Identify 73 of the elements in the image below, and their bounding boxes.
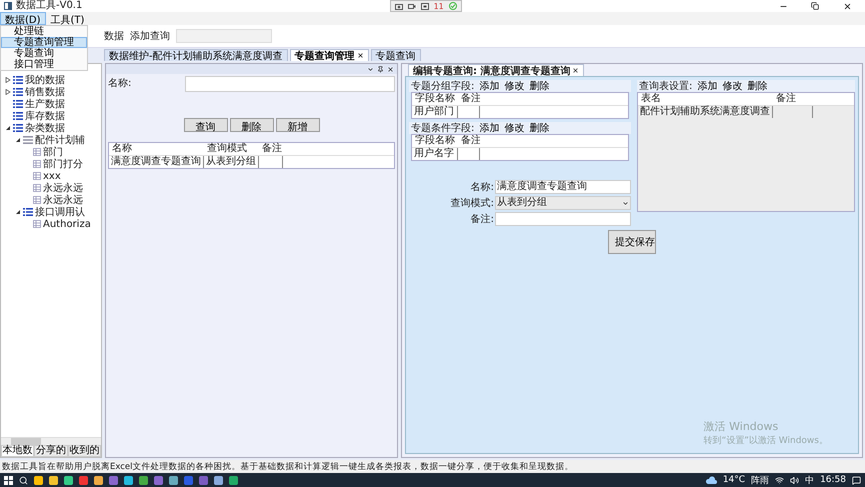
tree-item[interactable]: 库存数据	[25, 109, 65, 123]
table-cell: 从表到分组	[204, 156, 259, 168]
field-label: 查询模式:	[450, 196, 494, 210]
action-button[interactable]: 添加	[479, 79, 500, 93]
panel-tab[interactable]: 本地数	[1, 445, 34, 457]
tree-item[interactable]: Authoriza	[43, 218, 91, 230]
mode-select[interactable]: 从表到分组	[495, 196, 631, 210]
activation-hint: 转到“设置”以激活 Windows。	[704, 434, 828, 447]
column-header[interactable]: 字段名称	[412, 93, 458, 106]
action-button[interactable]: 添加	[697, 79, 718, 93]
status-text: 数据工具旨在帮助用户脱离Excel文件处理数据的各种困扰。基于基础数据和计算逻辑一键生成各类报表，数据一键分享，便于收集和呈现数据。	[2, 462, 574, 472]
column-header[interactable]: 备注	[458, 93, 480, 106]
action-button[interactable]: 修改	[504, 121, 524, 135]
tree-item[interactable]: xxx	[43, 170, 61, 182]
table-cell: 配件计划辅助系统满意度调查	[638, 106, 773, 118]
document-tab[interactable]: 专题查询	[370, 49, 421, 61]
column-header[interactable]: 查询模式	[204, 143, 259, 156]
weather-text: 阵雨	[751, 474, 770, 486]
action-button[interactable]: 新增	[276, 118, 320, 132]
menu-option[interactable]: 处理链	[1, 26, 87, 37]
submit-button[interactable]: 提交保存	[608, 230, 656, 254]
menu-item[interactable]: 工具(T)	[46, 12, 90, 25]
tree-item[interactable]: 杂类数据	[25, 121, 65, 135]
tree-item[interactable]: 配件计划辅	[35, 133, 85, 147]
tree-item[interactable]: 销售数据	[25, 85, 65, 99]
column-header[interactable]: 表名	[638, 93, 773, 106]
tree-item[interactable]: 永远永远	[43, 181, 83, 195]
action-button[interactable]: 查询	[184, 118, 228, 132]
input-method[interactable]: 中	[805, 474, 814, 486]
tree-item[interactable]: 部门打分	[43, 157, 83, 171]
table-cell: 用户名字	[412, 148, 458, 160]
ribbon-label: 数据	[104, 30, 124, 43]
table-cell: 满意度调查专题查询	[109, 156, 204, 168]
tree-item[interactable]: 我的数据	[25, 73, 65, 87]
column-header[interactable]: 名称	[109, 143, 204, 156]
clock[interactable]: 16:58	[820, 475, 846, 485]
panel-tab[interactable]: 收到的	[68, 445, 101, 457]
tree-item[interactable]: 接口调用认	[35, 205, 85, 219]
action-button[interactable]: 删除	[747, 79, 768, 93]
field-label: 备注:	[470, 212, 494, 226]
action-button[interactable]: 修改	[504, 79, 524, 93]
action-button[interactable]: 删除	[230, 118, 274, 132]
section-title: 查询表设置:	[639, 80, 692, 92]
tree-item[interactable]: 永远永远	[43, 193, 83, 207]
temperature: 14°C	[722, 475, 746, 485]
tree-item[interactable]: 生产数据	[25, 97, 65, 111]
section-title: 专题分组字段:	[411, 80, 474, 92]
text-field[interactable]: 满意度调查专题查询	[495, 180, 631, 194]
table-cell: 用户部门	[412, 106, 458, 118]
window-title: 数据工具-V0.1	[16, 0, 82, 12]
column-header[interactable]: 备注	[259, 143, 283, 156]
field-label: 名称:	[470, 181, 494, 194]
field-label: 名称:	[108, 77, 132, 90]
editor-tab[interactable]: 编辑专题查询: 满意度调查专题查询	[408, 64, 584, 76]
document-tab[interactable]: 专题查询管理	[290, 49, 369, 61]
menu-option[interactable]: 接口管理	[1, 59, 87, 70]
panel-tab[interactable]: 分享的	[34, 445, 68, 457]
menu-option[interactable]: 专题查询管理	[1, 37, 87, 48]
add-query-label: 添加查询	[130, 30, 170, 43]
action-button[interactable]: 删除	[529, 79, 550, 93]
activation-title: 激活 Windows	[704, 419, 780, 434]
menu-option[interactable]: 专题查询	[1, 48, 87, 59]
action-button[interactable]: 添加	[479, 121, 500, 135]
document-tab[interactable]: 数据维护-配件计划辅助系统满意度调查	[104, 49, 288, 61]
tree-item[interactable]: 部门	[43, 145, 63, 159]
action-button[interactable]: 修改	[722, 79, 742, 93]
column-header[interactable]: 备注	[458, 135, 480, 148]
column-header[interactable]: 备注	[773, 93, 813, 106]
error-count[interactable]: 11	[434, 2, 444, 10]
column-header[interactable]: 字段名称	[412, 135, 458, 148]
section-title: 专题条件字段:	[411, 122, 474, 134]
action-button[interactable]: 删除	[529, 121, 550, 135]
menu-item[interactable]: 数据(D)	[0, 12, 46, 25]
